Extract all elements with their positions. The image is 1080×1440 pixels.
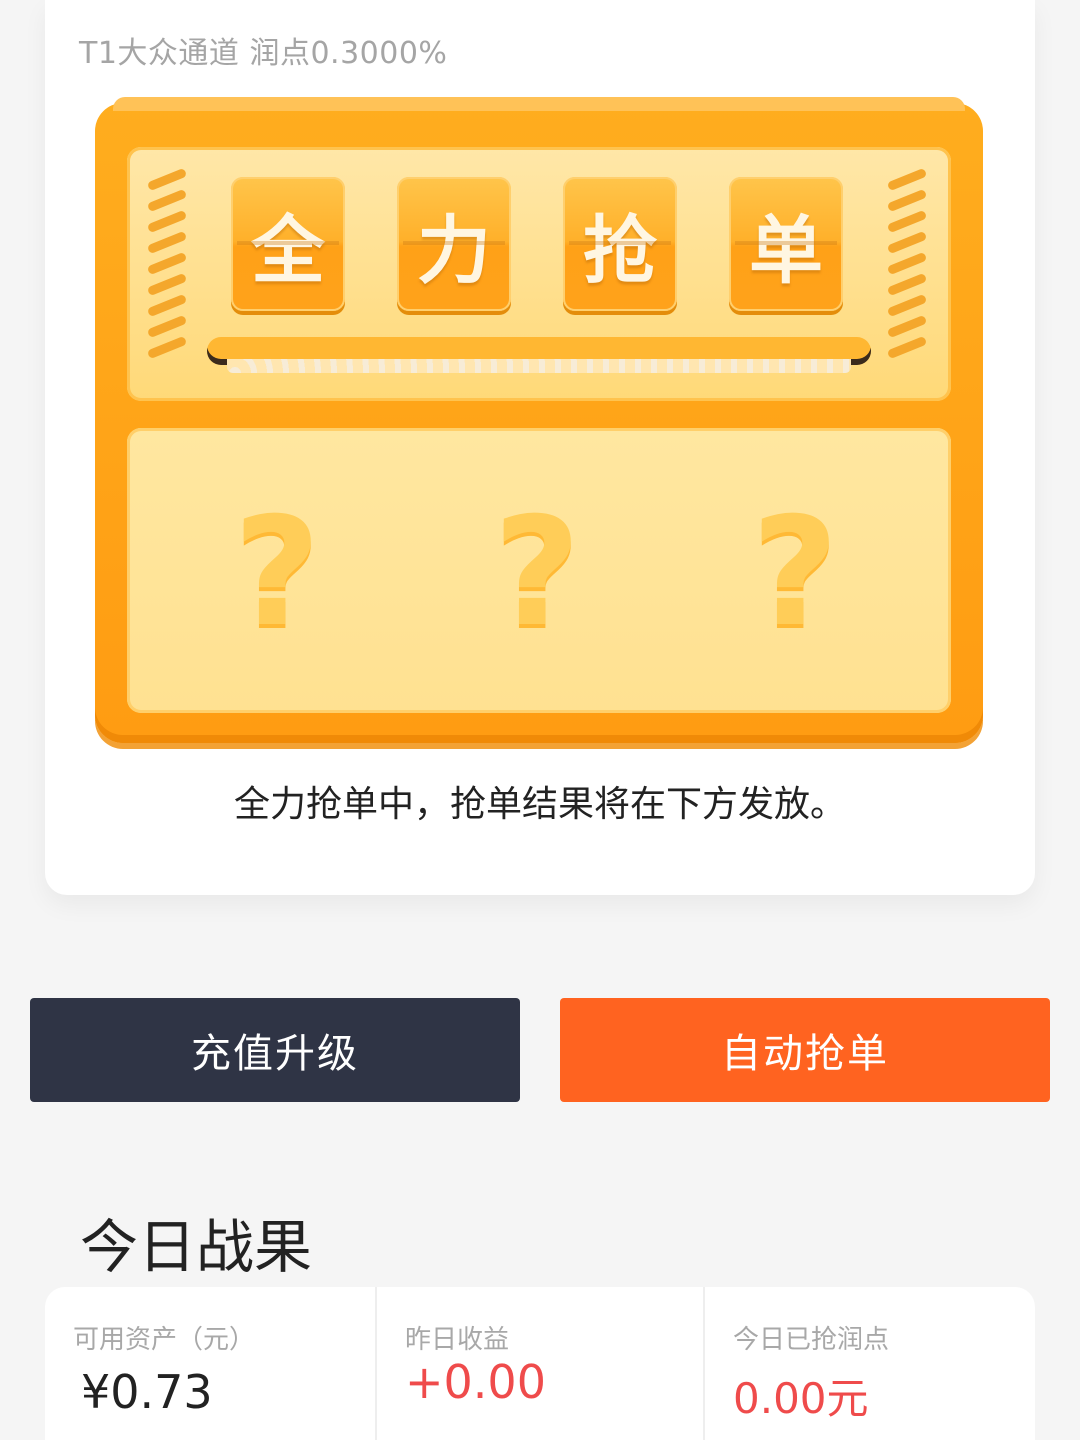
slot-tile: 力 xyxy=(397,177,511,311)
question-mark-icon: ? xyxy=(751,486,839,660)
stat-label: 可用资产（元） xyxy=(73,1325,256,1355)
grab-order-card: T1大众通道 润点0.3000% 全 力 抢 单 ? ? ? 全力抢单中，抢单结… xyxy=(45,0,1035,895)
stat-value: +0.00 xyxy=(405,1355,546,1409)
stat-label: 昨日收益 xyxy=(405,1325,510,1355)
slot-top-panel: 全 力 抢 单 xyxy=(127,147,951,401)
question-mark-icon: ? xyxy=(493,486,581,660)
stat-value: ¥0.73 xyxy=(81,1365,213,1419)
ticket-slot xyxy=(207,337,871,377)
slot-tile: 单 xyxy=(729,177,843,311)
result-placeholders: ? ? ? xyxy=(227,486,867,660)
question-mark-icon: ? xyxy=(233,486,321,660)
channel-info: T1大众通道 润点0.3000% xyxy=(79,36,448,71)
slot-tile: 抢 xyxy=(563,177,677,311)
watermark-logo: 小红书 xyxy=(940,1334,1026,1368)
stat-value: 0.00元 xyxy=(733,1374,869,1423)
stat-available-assets: 可用资产（元） ¥0.73 xyxy=(45,1287,375,1440)
page: T1大众通道 润点0.3000% 全 力 抢 单 ? ? ? 全力抢单中，抢单结… xyxy=(0,0,1080,1440)
stat-yesterday-income: 昨日收益 +0.00 xyxy=(375,1287,703,1440)
ticket-ribbon xyxy=(227,359,851,373)
slot-tiles: 全 力 抢 单 xyxy=(231,177,847,311)
vent-left xyxy=(146,167,191,364)
auto-grab-button[interactable]: 自动抢单 xyxy=(560,998,1050,1102)
vent-right xyxy=(886,167,931,364)
today-stats-card: 可用资产（元） ¥0.73 昨日收益 +0.00 今日已抢润点 0.00元 xyxy=(45,1287,1035,1440)
slot-machine: 全 力 抢 单 ? ? ? xyxy=(95,97,983,743)
result-panel: ? ? ? xyxy=(127,428,951,713)
recharge-upgrade-button[interactable]: 充值升级 xyxy=(30,998,520,1102)
grab-status-text: 全力抢单中，抢单结果将在下方发放。 xyxy=(233,784,846,825)
stat-label: 今日已抢润点 xyxy=(733,1325,890,1355)
today-results-title: 今日战果 xyxy=(80,1213,313,1281)
slot-tile: 全 xyxy=(231,177,345,311)
